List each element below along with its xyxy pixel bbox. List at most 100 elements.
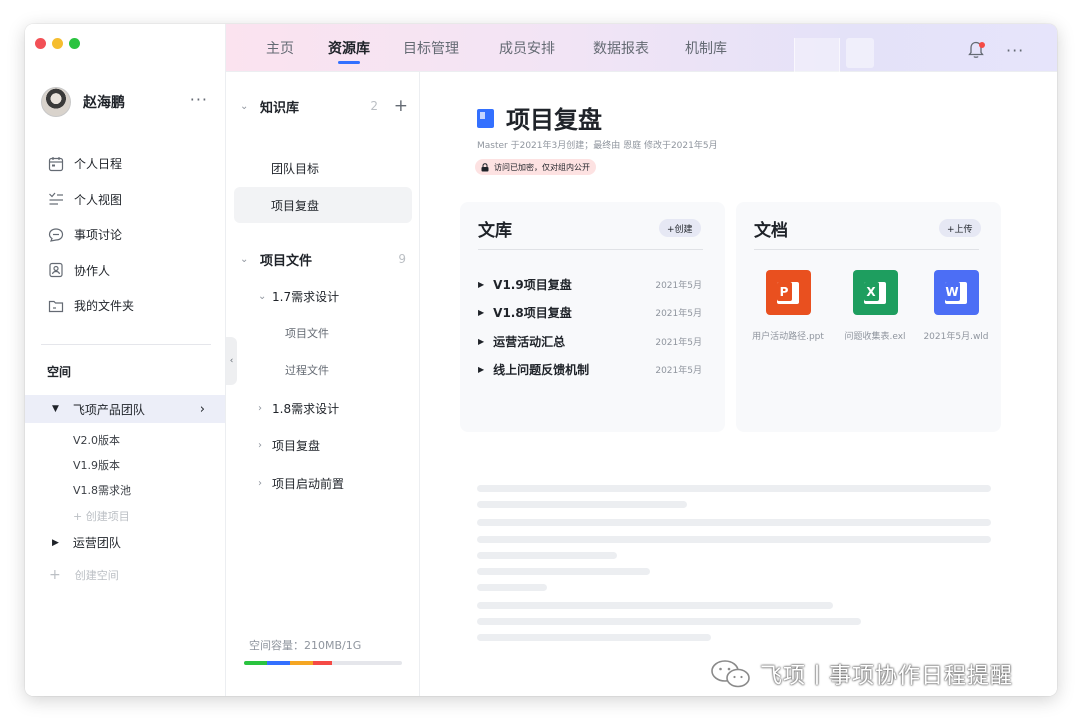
chevron-down-icon[interactable]: ⌄	[240, 101, 260, 112]
sidebar: 赵海鹏 ··· 个人日程 个人视图 事项讨论 协作人 我的文件夹 空间 ▼ 飞项…	[25, 24, 226, 696]
skeleton-line	[477, 618, 861, 625]
nav-item-label: 事项讨论	[74, 228, 123, 243]
wechat-logo-icon	[711, 660, 750, 688]
team-item-active[interactable]: ▼ 飞项产品团队 ›	[25, 395, 225, 423]
create-button[interactable]: +创建	[659, 219, 701, 237]
library-row-date: 2021年5月	[655, 280, 702, 291]
library-row[interactable]: ▶ 线上问题反馈机制 2021年5月	[478, 359, 704, 379]
library-row[interactable]: ▶ 运营活动汇总 2021年5月	[478, 331, 704, 351]
project-item[interactable]: V1.8需求池	[73, 478, 131, 503]
storage-segment	[312, 661, 332, 665]
triangle-down-icon[interactable]: ▼	[52, 404, 59, 414]
section-label: 项目文件	[260, 253, 313, 269]
nav-item-discussion[interactable]: 事项讨论	[47, 217, 217, 253]
tree-folder[interactable]: ⌄ 1.7需求设计	[234, 278, 412, 314]
library-row-date: 2021年5月	[655, 337, 702, 348]
nav-item-label: 个人视图	[74, 192, 123, 207]
chevron-right-icon[interactable]: ›	[258, 440, 272, 451]
file-item[interactable]: X 问题收集表.exl	[830, 270, 920, 342]
knowledge-base-header[interactable]: ⌄ 知识库 2 +	[240, 94, 410, 118]
documents-card: 文档 +上传 P 用户活动路径.ppt X 问题收集表.exl W 2021年5…	[736, 202, 1001, 432]
tree-item[interactable]: 团队目标	[234, 150, 412, 186]
window-controls	[35, 38, 80, 49]
app-window: 赵海鹏 ··· 个人日程 个人视图 事项讨论 协作人 我的文件夹 空间 ▼ 飞项…	[25, 24, 1057, 696]
resource-tree: ⌄ 知识库 2 + 团队目标 项目复盘 ⌄ 项目文件 9 ⌄ 1.7需求设计 项目…	[226, 72, 420, 696]
collapse-panel-button[interactable]: ‹	[226, 337, 237, 385]
tab-goals[interactable]: 目标管理	[403, 24, 459, 72]
document-meta: Master 于2021年3月创建；最终由 恩庭 修改于2021年5月	[477, 141, 718, 151]
watermark-text: 飞项丨事项协作日程提醒	[760, 664, 1014, 689]
tab-members[interactable]: 成员安排	[499, 24, 555, 72]
file-name: 问题收集表.exl	[844, 332, 906, 342]
nav-item-collaborators[interactable]: 协作人	[47, 253, 217, 289]
library-row-label: 线上问题反馈机制	[493, 362, 590, 377]
create-space-button[interactable]: + 创建空间	[49, 567, 119, 583]
plus-icon: +	[49, 567, 61, 583]
close-window-button[interactable]	[35, 38, 46, 49]
chevron-right-icon[interactable]: ›	[258, 478, 272, 489]
triangle-right-icon[interactable]: ▶	[52, 538, 59, 548]
add-icon[interactable]: +	[394, 96, 408, 116]
library-row[interactable]: ▶ V1.9项目复盘 2021年5月	[478, 274, 704, 294]
nav-item-schedule[interactable]: 个人日程	[47, 146, 217, 182]
calendar-icon	[47, 155, 65, 173]
triangle-right-icon[interactable]: ▶	[478, 280, 484, 289]
section-label: 知识库	[260, 100, 300, 116]
skeleton-line	[477, 584, 547, 591]
excel-file-icon[interactable]: X	[852, 270, 898, 315]
tree-item-selected[interactable]: 项目复盘	[234, 187, 412, 223]
project-item[interactable]: V2.0版本	[73, 427, 131, 452]
storage-progress-bar	[244, 661, 402, 665]
minimize-window-button[interactable]	[52, 38, 63, 49]
tab-home[interactable]: 主页	[266, 24, 294, 72]
user-profile[interactable]: 赵海鹏 ···	[41, 86, 226, 118]
tree-folder[interactable]: › 1.8需求设计	[234, 390, 412, 426]
tree-folder[interactable]: › 项目复盘	[234, 427, 412, 463]
more-options-icon[interactable]: ···	[1006, 41, 1024, 60]
access-badge-text: 访问已加密，仅对组内公开	[494, 162, 590, 172]
skeleton-line	[477, 602, 833, 609]
triangle-right-icon[interactable]: ▶	[478, 365, 484, 374]
divider	[41, 344, 211, 345]
library-row-label: V1.8项目复盘	[493, 305, 572, 320]
file-item[interactable]: P 用户活动路径.ppt	[743, 270, 833, 342]
tree-subitem[interactable]: 项目文件	[234, 315, 412, 351]
triangle-right-icon[interactable]: ▶	[478, 308, 484, 317]
card-title: 文库	[478, 221, 512, 241]
project-item[interactable]: V1.9版本	[73, 452, 131, 477]
tab-reports[interactable]: 数据报表	[593, 24, 649, 72]
header-decoration	[794, 38, 840, 72]
team-project-list: V2.0版本 V1.9版本 V1.8需求池 + 创建项目	[73, 427, 131, 528]
nav-item-view[interactable]: 个人视图	[47, 182, 217, 218]
library-row[interactable]: ▶ V1.8项目复盘 2021年5月	[478, 302, 704, 322]
create-project-button[interactable]: + 创建项目	[73, 503, 131, 528]
file-item[interactable]: W 2021年5月.wld	[911, 270, 1001, 342]
maximize-window-button[interactable]	[69, 38, 80, 49]
chevron-right-icon[interactable]: ›	[200, 402, 205, 417]
tab-mechanisms[interactable]: 机制库	[685, 24, 727, 72]
team-item-operations[interactable]: ▶ 运营团队	[52, 534, 121, 551]
library-row-label: V1.9项目复盘	[493, 277, 572, 292]
triangle-right-icon[interactable]: ▶	[478, 337, 484, 346]
storage-segment	[289, 661, 313, 665]
storage-segment	[244, 661, 267, 665]
powerpoint-file-icon[interactable]: P	[765, 270, 811, 315]
avatar[interactable]	[41, 87, 71, 117]
library-row-label: 运营活动汇总	[493, 334, 566, 349]
upload-button[interactable]: +上传	[939, 219, 981, 237]
user-more-icon[interactable]: ···	[190, 90, 208, 109]
chevron-down-icon[interactable]: ⌄	[258, 291, 272, 302]
skeleton-line	[477, 519, 991, 526]
project-files-header[interactable]: ⌄ 项目文件 9	[240, 247, 410, 271]
document-main: 项目复盘 Master 于2021年3月创建；最终由 恩庭 修改于2021年5月…	[420, 72, 1057, 696]
chevron-down-icon[interactable]: ⌄	[240, 254, 260, 265]
tab-resources[interactable]: 资源库	[328, 24, 370, 72]
word-file-icon[interactable]: W	[933, 270, 979, 315]
skeleton-line	[477, 536, 991, 543]
nav-item-folder[interactable]: 我的文件夹	[47, 288, 217, 324]
divider	[478, 249, 703, 250]
tree-subitem[interactable]: 过程文件	[234, 352, 412, 388]
tree-folder[interactable]: › 项目启动前置	[234, 465, 412, 501]
library-card: 文库 +创建 ▶ V1.9项目复盘 2021年5月 ▶ V1.8项目复盘 202…	[460, 202, 725, 432]
chevron-right-icon[interactable]: ›	[258, 403, 272, 414]
